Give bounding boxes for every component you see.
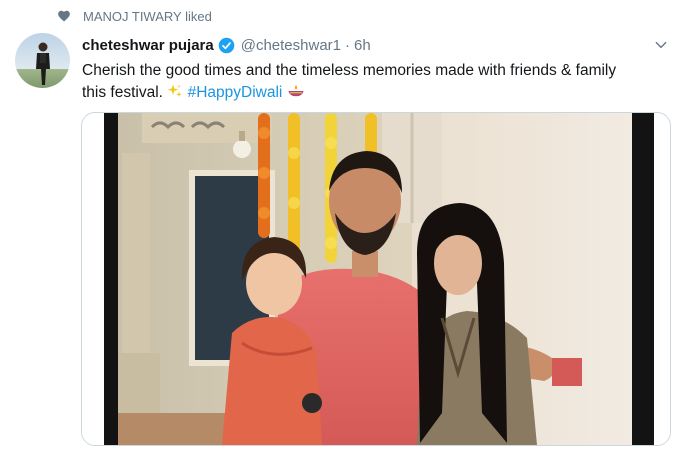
display-name[interactable]: cheteshwar pujara <box>82 37 214 54</box>
social-context-label[interactable]: MANOJ TIWARY liked <box>83 9 212 24</box>
tweet-body: Cherish the good times and the timeless … <box>82 62 617 101</box>
verified-badge-icon <box>218 37 235 53</box>
timestamp[interactable]: 6h <box>354 37 371 54</box>
heart-icon <box>58 10 70 22</box>
handle[interactable]: @cheteshwar1 <box>241 37 341 54</box>
chevron-down-icon[interactable] <box>654 38 668 52</box>
hashtag-link[interactable]: #HappyDiwali <box>188 84 283 101</box>
tweet-header: cheteshwar pujara @cheteshwar1 · 6h <box>82 35 371 55</box>
social-context: MANOJ TIWARY liked <box>57 7 212 25</box>
diya-lamp-icon <box>288 85 304 97</box>
tweet-text: Cherish the good times and the timeless … <box>82 60 642 104</box>
tweet-photo-card[interactable] <box>81 112 671 446</box>
avatar[interactable] <box>15 33 70 88</box>
tweet-photo[interactable] <box>82 113 670 445</box>
sparkles-icon <box>167 84 182 97</box>
separator-dot: · <box>345 36 350 54</box>
